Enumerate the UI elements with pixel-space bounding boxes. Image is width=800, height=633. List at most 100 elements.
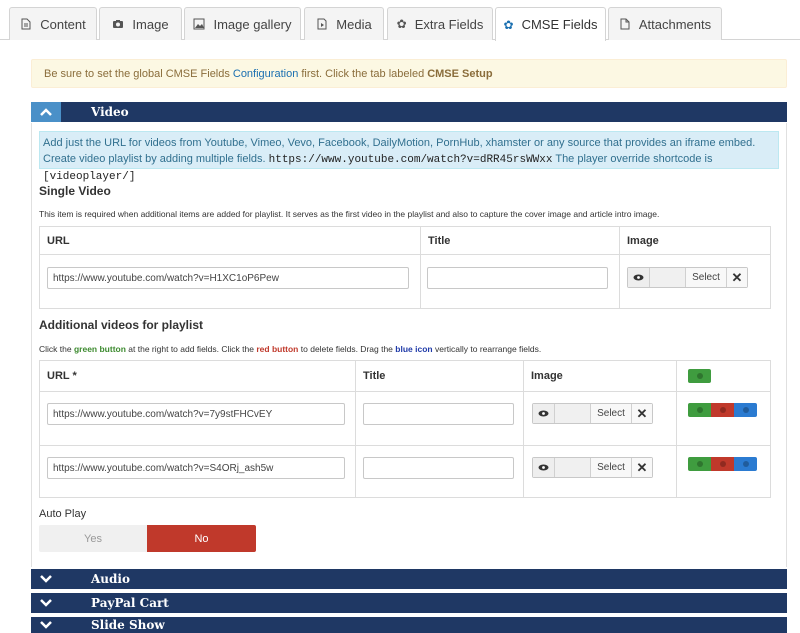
- desc-green: green button: [73, 344, 126, 354]
- eye-icon[interactable]: [533, 404, 555, 423]
- section-header-slide-show[interactable]: Slide Show: [31, 617, 787, 633]
- playlist-url-input[interactable]: https://www.youtube.com/watch?v=7y9stFHC…: [47, 403, 345, 425]
- section-title: Video: [91, 105, 129, 119]
- tab-media[interactable]: Media: [304, 7, 384, 40]
- notice-bold: CMSE Setup: [427, 67, 493, 80]
- plus-icon: [696, 461, 703, 467]
- chevron-down-icon: [31, 593, 61, 613]
- desc-text: to delete fields. Drag the: [300, 344, 393, 354]
- section-header-audio[interactable]: Audio: [31, 569, 787, 589]
- document-icon: [21, 18, 31, 30]
- section-title: Audio: [91, 572, 130, 586]
- playlist-title-input[interactable]: [363, 403, 514, 425]
- column-header-image: Image: [524, 361, 677, 392]
- autoplay-no-button[interactable]: No: [147, 525, 256, 552]
- playlist-heading: Additional videos for playlist: [39, 318, 204, 332]
- drag-icon: [742, 407, 749, 413]
- single-image-picker: Select ✕: [627, 267, 748, 288]
- video-info-box: Add just the URL for videos from Youtube…: [39, 131, 779, 183]
- config-notice: Be sure to set the global CMSE Fields Co…: [31, 59, 787, 88]
- image-preview: [555, 404, 591, 423]
- desc-red: red button: [256, 344, 299, 354]
- chevron-down-icon: [31, 617, 61, 633]
- column-header-title: Title: [356, 361, 524, 392]
- single-url-input[interactable]: https://www.youtube.com/watch?v=H1XC1oP6…: [47, 267, 409, 289]
- tab-bar: Content Image Image gallery Media ✿ Extr…: [0, 0, 800, 41]
- tab-label: Attachments: [638, 16, 712, 32]
- clear-image-icon[interactable]: ✕: [632, 458, 652, 477]
- tab-image[interactable]: Image: [99, 7, 182, 40]
- single-title-input[interactable]: [427, 267, 608, 289]
- playlist-desc: Click the green button at the right to a…: [39, 344, 541, 354]
- section-title: PayPal Cart: [91, 596, 169, 610]
- tab-label: Image: [132, 16, 169, 32]
- column-header-url: URL: [40, 227, 421, 255]
- autoplay-label: Auto Play: [39, 508, 87, 520]
- file-icon: [620, 18, 630, 30]
- info-text: The player override shortcode is: [555, 153, 713, 165]
- autoplay-yes-button[interactable]: Yes: [39, 525, 147, 552]
- configuration-link[interactable]: Configuration: [233, 68, 298, 80]
- tab-content[interactable]: Content: [9, 7, 97, 40]
- gear-icon: ✿: [503, 17, 514, 32]
- row-action-buttons: [688, 403, 757, 417]
- image-preview: [555, 458, 591, 477]
- section-title: Slide Show: [91, 618, 165, 632]
- autoplay-toggle: Yes No: [39, 525, 256, 552]
- select-image-button[interactable]: Select: [591, 404, 632, 423]
- image-preview: [650, 268, 686, 287]
- shortcode: [videoplayer/]: [43, 171, 136, 183]
- desc-text: vertically to rearrange fields.: [434, 344, 542, 354]
- delete-field-button[interactable]: [711, 403, 734, 417]
- notice-text: Be sure to set the global CMSE Fields: [44, 67, 230, 80]
- playlist-url-input[interactable]: https://www.youtube.com/watch?v=S4ORj_as…: [47, 457, 345, 479]
- add-row-button-group: [688, 369, 711, 383]
- minus-icon: [719, 407, 726, 413]
- info-code: https://www.youtube.com/watch?v=dRR45rsW…: [268, 154, 553, 166]
- tab-label: Image gallery: [213, 16, 292, 32]
- eye-icon[interactable]: [533, 458, 555, 477]
- select-image-button[interactable]: Select: [591, 458, 632, 477]
- minus-icon: [719, 461, 726, 467]
- delete-field-button[interactable]: [711, 457, 734, 471]
- tab-label: Content: [40, 16, 86, 32]
- chevron-down-icon: [31, 569, 61, 589]
- desc-text: at the right to add fields. Click the: [128, 344, 254, 354]
- eye-icon[interactable]: [628, 268, 650, 287]
- actions-cell: [677, 392, 771, 446]
- desc-blue: blue icon: [395, 344, 433, 354]
- playlist-title-input[interactable]: [363, 457, 514, 479]
- camera-icon: [113, 20, 124, 28]
- move-handle[interactable]: [734, 457, 757, 471]
- plus-icon: [696, 373, 703, 379]
- tab-label: Extra Fields: [414, 16, 484, 32]
- single-video-desc: This item is required when additional it…: [39, 209, 660, 219]
- move-handle[interactable]: [734, 403, 757, 417]
- plus-icon: [696, 407, 703, 413]
- add-field-button[interactable]: [688, 403, 711, 417]
- single-video-heading: Single Video: [39, 184, 111, 198]
- tab-label: Media: [336, 16, 372, 32]
- playlist-image-picker: Select ✕: [532, 457, 653, 478]
- row-action-buttons: [688, 457, 757, 471]
- tab-cmse-fields[interactable]: ✿ CMSE Fields: [495, 7, 606, 41]
- drag-icon: [742, 461, 749, 467]
- add-field-button[interactable]: [688, 457, 711, 471]
- clear-image-icon[interactable]: ✕: [727, 268, 747, 287]
- media-icon: [317, 18, 327, 30]
- tab-extra-fields[interactable]: ✿ Extra Fields: [387, 7, 493, 40]
- select-image-button[interactable]: Select: [686, 268, 727, 287]
- add-field-button[interactable]: [688, 369, 711, 383]
- section-header-paypal-cart[interactable]: PayPal Cart: [31, 593, 787, 613]
- column-header-title: Title: [421, 227, 620, 255]
- tab-attachments[interactable]: Attachments: [608, 7, 722, 40]
- column-header-url: URL *: [40, 361, 356, 392]
- chevron-up-icon: [31, 102, 61, 122]
- image-icon: [193, 18, 205, 30]
- section-header-video[interactable]: Video: [31, 102, 787, 122]
- desc-text: Click the: [39, 344, 72, 354]
- tab-label: CMSE Fields: [521, 17, 598, 32]
- gear-icon: ✿: [396, 17, 407, 31]
- clear-image-icon[interactable]: ✕: [632, 404, 652, 423]
- tab-image-gallery[interactable]: Image gallery: [184, 7, 301, 40]
